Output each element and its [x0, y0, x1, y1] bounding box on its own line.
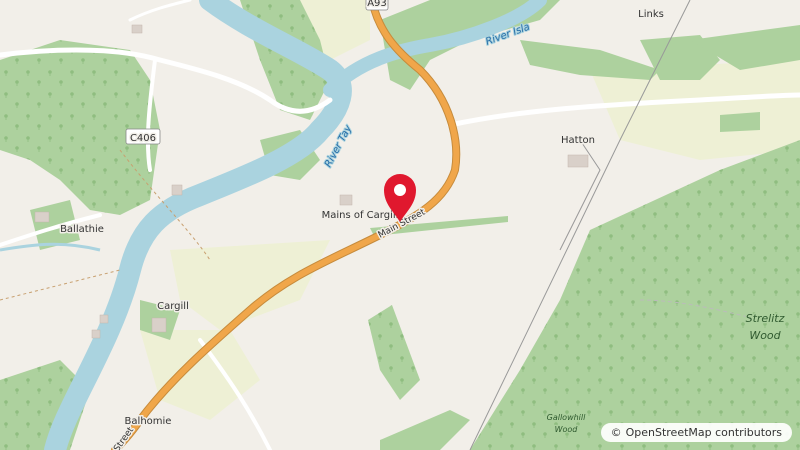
place-mains-of-cargill[interactable]: Mains of Cargill [320, 209, 400, 223]
place-cargill[interactable]: Cargill [156, 300, 191, 314]
c406-label: C406 [130, 133, 156, 144]
marker-center-dot [394, 184, 406, 196]
gallowhill-wood-label-2: Wood [555, 425, 579, 434]
map-canvas[interactable]: A93 C406 Links Hatton Ballathie Mains of… [0, 0, 800, 450]
map-attribution[interactable]: © OpenStreetMap contributors [600, 423, 792, 442]
place-balhomie[interactable]: Balhomie [123, 415, 173, 429]
strelitz-wood-label-2: Wood [749, 329, 781, 342]
place-hatton[interactable]: Hatton [560, 134, 597, 148]
copyright-icon: © [610, 426, 622, 439]
map-svg: A93 C406 Links Hatton Ballathie Mains of… [0, 0, 800, 450]
place-ballathie[interactable]: Ballathie [59, 223, 106, 237]
gallowhill-wood-label-1: Gallowhill [547, 413, 587, 422]
a93-label: A93 [367, 0, 387, 9]
place-links[interactable]: Links [637, 8, 666, 22]
attribution-text[interactable]: OpenStreetMap contributors [626, 426, 782, 439]
strelitz-wood-label-1: Strelitz [746, 312, 785, 325]
